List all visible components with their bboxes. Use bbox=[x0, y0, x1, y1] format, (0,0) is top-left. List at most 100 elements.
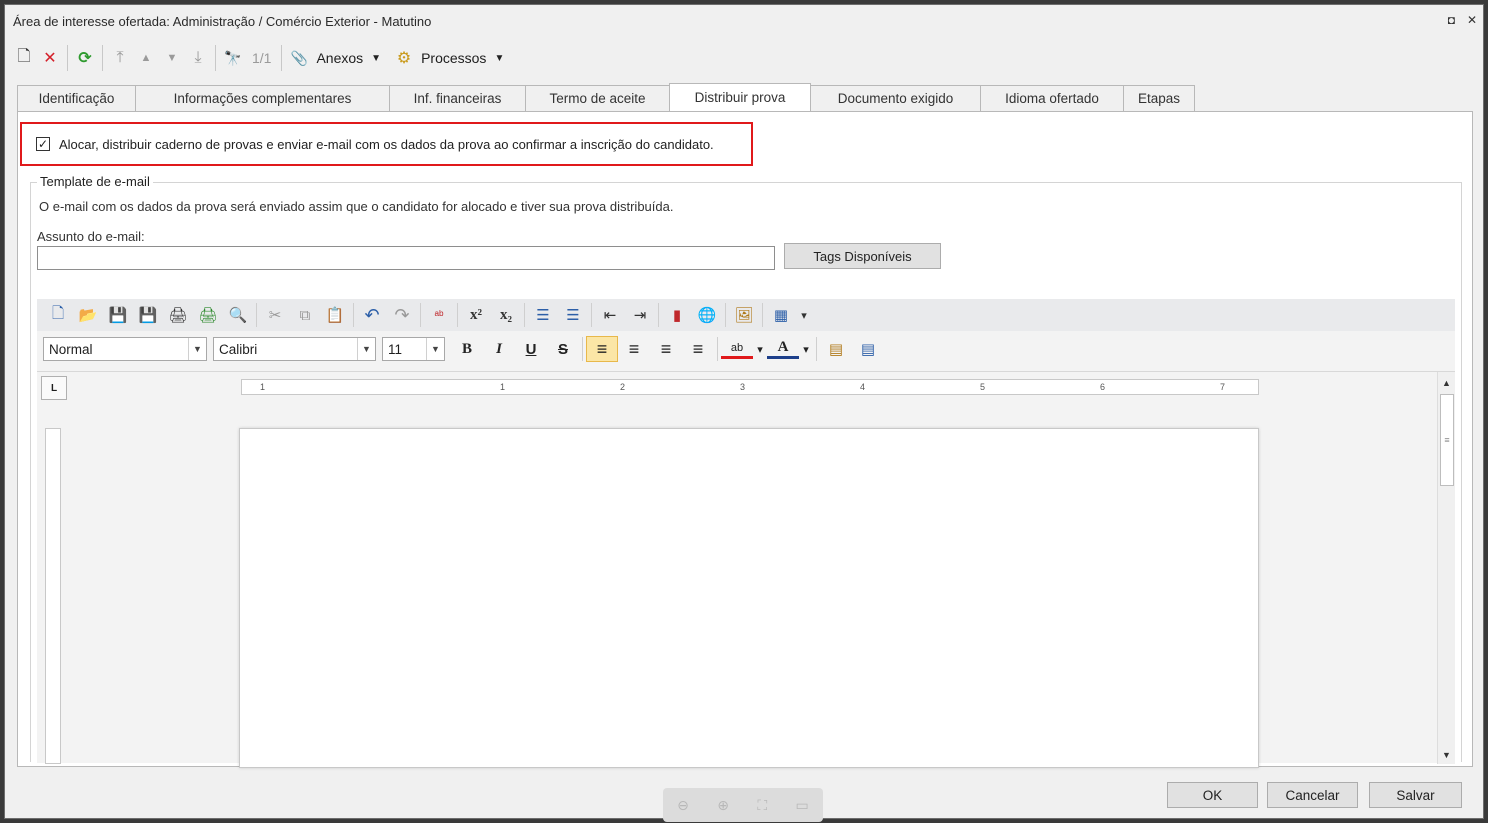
scroll-up-icon[interactable]: ▲ bbox=[1442, 378, 1451, 388]
binoculars-icon[interactable]: 🔭 bbox=[220, 45, 246, 71]
subscript-icon[interactable]: x₂ bbox=[491, 302, 521, 328]
tab-panel: ✓ Alocar, distribuir caderno de provas e… bbox=[17, 111, 1473, 768]
tab-identificacao[interactable]: Identificação bbox=[17, 85, 136, 111]
toolbar-separator bbox=[281, 45, 283, 71]
previous-record-icon[interactable]: ▲ bbox=[133, 45, 159, 71]
close-icon[interactable]: ✕ bbox=[1467, 13, 1477, 27]
tab-documento-exigido[interactable]: Documento exigido bbox=[810, 85, 981, 111]
underline-button[interactable]: U bbox=[515, 336, 547, 362]
editor-separator bbox=[591, 303, 592, 327]
subject-input[interactable] bbox=[37, 246, 775, 270]
ruler-tick-label: 3 bbox=[740, 382, 746, 392]
paste-icon[interactable]: 📋 bbox=[320, 302, 350, 328]
save-icon[interactable]: 💾 bbox=[103, 302, 133, 328]
quick-print-icon[interactable]: 🖨 bbox=[193, 302, 223, 328]
processes-button[interactable]: Processos bbox=[417, 50, 490, 66]
chevron-down-icon[interactable]: ▼ bbox=[357, 338, 375, 360]
open-folder-icon[interactable]: 📂 bbox=[73, 302, 103, 328]
justify-button[interactable]: ≡ bbox=[682, 336, 714, 362]
save-as-icon[interactable]: 💾 bbox=[133, 302, 163, 328]
style-select[interactable]: Normal ▼ bbox=[43, 337, 207, 361]
distribute-checkbox-label[interactable]: Alocar, distribuir caderno de provas e e… bbox=[59, 137, 714, 152]
tab-idioma-ofertado[interactable]: Idioma ofertado bbox=[980, 85, 1124, 111]
tab-termo-de-aceite[interactable]: Termo de aceite bbox=[525, 85, 670, 111]
info-text: O e-mail com os dados da prova será envi… bbox=[39, 199, 674, 214]
save-button[interactable]: Salvar bbox=[1369, 782, 1462, 808]
delete-icon[interactable]: ✕ bbox=[37, 45, 63, 71]
toolbar-separator bbox=[215, 45, 216, 71]
align-center-button[interactable]: ≡ bbox=[618, 336, 650, 362]
print-preview-icon[interactable]: 🔍 bbox=[223, 302, 253, 328]
table-icon[interactable]: ▦ bbox=[766, 302, 796, 328]
vertical-ruler[interactable] bbox=[45, 428, 61, 764]
font-color-icon[interactable]: A bbox=[767, 339, 799, 359]
scroll-down-icon[interactable]: ▼ bbox=[1442, 750, 1451, 760]
ok-button[interactable]: OK bbox=[1167, 782, 1258, 808]
align-right-button[interactable]: ≡ bbox=[650, 336, 682, 362]
editor-separator bbox=[353, 303, 354, 327]
tab-stop-selector[interactable]: L bbox=[41, 376, 67, 400]
restore-icon[interactable]: ◘ bbox=[1448, 13, 1455, 27]
first-record-icon[interactable]: ⤒ bbox=[107, 45, 133, 71]
superscript-icon[interactable]: x² bbox=[461, 302, 491, 328]
cut-icon[interactable]: ✂ bbox=[260, 302, 290, 328]
undo-icon[interactable]: ↶ bbox=[357, 302, 387, 328]
numbered-list-icon[interactable]: ☰ bbox=[528, 302, 558, 328]
spellcheck-icon[interactable]: ᵃᵇ bbox=[424, 302, 454, 328]
processes-dropdown-icon[interactable]: ▼ bbox=[490, 53, 514, 64]
tab-inf-financeiras[interactable]: Inf. financeiras bbox=[389, 85, 526, 111]
distribute-checkbox[interactable]: ✓ bbox=[36, 137, 50, 151]
italic-button[interactable]: I bbox=[483, 336, 515, 362]
highlight-color-icon[interactable]: ab bbox=[721, 339, 753, 359]
page-setup-icon[interactable]: ▤ bbox=[852, 336, 884, 362]
document-page[interactable] bbox=[239, 428, 1259, 768]
attachments-dropdown-icon[interactable]: ▼ bbox=[367, 53, 391, 64]
bookmark-icon[interactable]: ▮ bbox=[662, 302, 692, 328]
align-left-button[interactable]: ≡ bbox=[586, 336, 618, 362]
copy-icon[interactable]: ⧉ bbox=[290, 302, 320, 328]
editor-separator bbox=[762, 303, 763, 327]
bullet-list-icon[interactable]: ☰ bbox=[558, 302, 588, 328]
print-icon[interactable]: 🖨 bbox=[163, 302, 193, 328]
fit-screen-icon[interactable]: ⛶ bbox=[757, 797, 767, 814]
bold-button[interactable]: B bbox=[451, 336, 483, 362]
next-record-icon[interactable]: ▼ bbox=[159, 45, 185, 71]
table-dropdown-icon[interactable]: ▾ bbox=[796, 302, 812, 328]
increase-indent-icon[interactable]: ⇥ bbox=[625, 302, 655, 328]
available-tags-button[interactable]: Tags Disponíveis bbox=[784, 243, 941, 269]
chevron-down-icon[interactable]: ▼ bbox=[188, 338, 206, 360]
attachments-button[interactable]: Anexos bbox=[312, 50, 367, 66]
font-select[interactable]: Calibri ▼ bbox=[213, 337, 376, 361]
strikethrough-button[interactable]: S bbox=[547, 336, 579, 362]
rich-text-editor: 🗋 📂 💾 💾 🖨 🖨 🔍 ✂ ⧉ 📋 ↶ ↷ ᵃᵇ x² x₂ ☰ ☰ ⇤ ⇥… bbox=[37, 299, 1455, 768]
decrease-indent-icon[interactable]: ⇤ bbox=[595, 302, 625, 328]
paragraph-icon[interactable]: ▤ bbox=[820, 336, 852, 362]
tab-distribuir-prova[interactable]: Distribuir prova bbox=[669, 83, 811, 111]
cancel-button[interactable]: Cancelar bbox=[1267, 782, 1358, 808]
font-value: Calibri bbox=[219, 341, 258, 357]
tab-informacoes-complementares[interactable]: Informações complementares bbox=[135, 85, 390, 111]
highlight-dropdown-icon[interactable]: ▾ bbox=[753, 336, 767, 362]
font-size-select[interactable]: 11 ▼ bbox=[382, 337, 445, 361]
scroll-thumb[interactable]: ≡ bbox=[1440, 394, 1454, 486]
refresh-icon[interactable]: ⟳ bbox=[72, 45, 98, 71]
vertical-scrollbar[interactable]: ▲ ≡ ▼ bbox=[1437, 372, 1455, 764]
presentation-icon[interactable]: ▭ bbox=[796, 797, 809, 814]
chevron-down-icon[interactable]: ▼ bbox=[426, 338, 444, 360]
new-icon[interactable]: 🗋 bbox=[11, 45, 37, 71]
toolbar-separator bbox=[67, 45, 68, 71]
last-record-icon[interactable]: ⤓ bbox=[185, 45, 211, 71]
picture-icon[interactable]: 🖼 bbox=[729, 302, 759, 328]
zoom-out-icon[interactable]: ⊖ bbox=[677, 797, 689, 814]
hyperlink-icon[interactable]: 🌐 bbox=[692, 302, 722, 328]
ruler-tick-label: 7 bbox=[1220, 382, 1226, 392]
tab-etapas[interactable]: Etapas bbox=[1123, 85, 1195, 111]
editor-separator bbox=[457, 303, 458, 327]
gears-icon[interactable]: ⚙ bbox=[391, 45, 417, 71]
new-doc-icon[interactable]: 🗋 bbox=[43, 302, 73, 328]
font-color-dropdown-icon[interactable]: ▾ bbox=[799, 336, 813, 362]
horizontal-ruler[interactable]: 1 1 2 3 4 5 6 7 bbox=[241, 379, 1259, 395]
redo-icon[interactable]: ↷ bbox=[387, 302, 417, 328]
zoom-in-icon[interactable]: ⊕ bbox=[717, 797, 729, 814]
paperclip-icon[interactable]: 📎 bbox=[286, 45, 312, 71]
